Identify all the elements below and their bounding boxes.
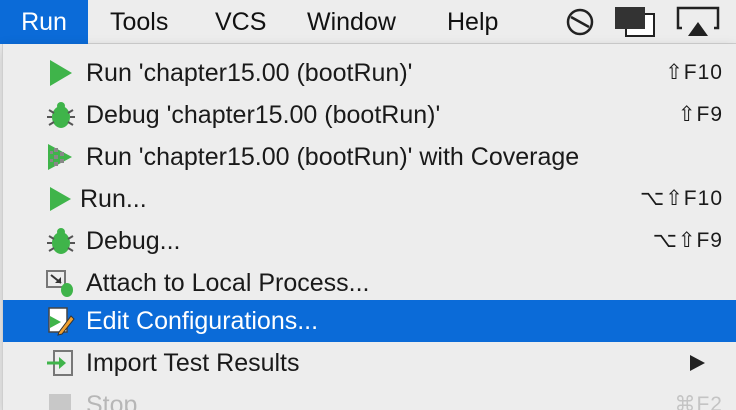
- menu-item-label: Stop: [86, 391, 138, 410]
- menu-item-edit-configurations[interactable]: Edit Configurations...: [3, 300, 736, 342]
- menu-item-import-test-results[interactable]: Import Test Results: [3, 342, 736, 384]
- menu-item-run-ellipsis[interactable]: Run... ⌥⇧F10: [3, 178, 736, 220]
- menu-vcs[interactable]: VCS: [215, 0, 266, 44]
- shortcut-label: ⌥⇧F9: [652, 229, 723, 252]
- submenu-arrow-icon: [690, 355, 705, 371]
- menu-help[interactable]: Help: [447, 0, 498, 44]
- menu-item-label: Run 'chapter15.00 (bootRun)' with Covera…: [86, 143, 580, 171]
- edit-config-icon: [48, 307, 75, 336]
- menu-item-debug-config[interactable]: Debug 'chapter15.00 (bootRun)' ⇧F9: [3, 94, 736, 136]
- menu-item-label: Debug 'chapter15.00 (bootRun)': [86, 101, 441, 129]
- menu-bar: Run Tools VCS Window Help: [0, 0, 736, 44]
- shortcut-label: ⇧F9: [677, 103, 723, 126]
- run-play-icon: [50, 60, 72, 86]
- menu-item-label: Debug...: [86, 227, 181, 255]
- menu-run[interactable]: Run: [0, 0, 88, 44]
- menu-item-debug-ellipsis[interactable]: Debug... ⌥⇧F9: [3, 220, 736, 262]
- menu-item-label: Run...: [80, 185, 147, 213]
- menu-item-label: Import Test Results: [86, 349, 300, 377]
- run-dropdown-menu: Run 'chapter15.00 (bootRun)' ⇧F10 Debug …: [2, 44, 736, 410]
- debug-bug-icon: [47, 102, 75, 128]
- window-layers-icon[interactable]: [612, 0, 658, 44]
- menu-item-attach-process[interactable]: Attach to Local Process...: [3, 262, 736, 304]
- attach-process-icon: [46, 270, 73, 297]
- shortcut-label: ⇧F10: [665, 61, 723, 84]
- menu-item-run-config[interactable]: Run 'chapter15.00 (bootRun)' ⇧F10: [3, 52, 736, 94]
- menu-item-label: Run 'chapter15.00 (bootRun)': [86, 59, 413, 87]
- stop-icon: [49, 394, 71, 410]
- menu-item-label: Attach to Local Process...: [86, 269, 370, 297]
- airplay-icon[interactable]: [674, 0, 722, 44]
- import-icon: [47, 350, 73, 376]
- menu-item-label: Edit Configurations...: [86, 307, 319, 335]
- menu-tools[interactable]: Tools: [110, 0, 168, 44]
- shortcut-label: ⌘F2: [674, 393, 723, 410]
- sync-circle-icon[interactable]: [562, 0, 598, 44]
- run-play-icon: [50, 187, 71, 211]
- menu-window[interactable]: Window: [307, 0, 396, 44]
- debug-bug-icon: [47, 228, 75, 254]
- menu-item-stop: Stop ⌘F2: [3, 384, 736, 410]
- coverage-icon: [48, 144, 72, 170]
- menu-item-run-coverage[interactable]: Run 'chapter15.00 (bootRun)' with Covera…: [3, 136, 736, 178]
- shortcut-label: ⌥⇧F10: [640, 187, 723, 210]
